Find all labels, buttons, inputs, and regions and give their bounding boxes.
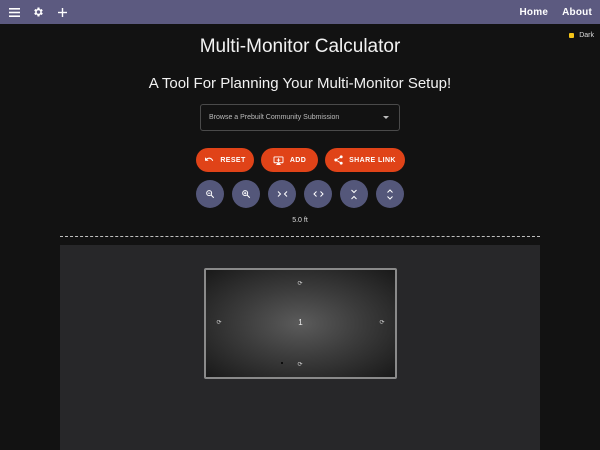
page-title: Multi-Monitor Calculator	[199, 36, 401, 57]
expand-horizontal-icon	[312, 191, 324, 197]
rotate-handle-right-icon[interactable]: ⟳	[378, 318, 386, 326]
add-monitor-icon	[273, 155, 284, 165]
page-subtitle: A Tool For Planning Your Multi-Monitor S…	[148, 75, 452, 92]
shrink-vertical-icon	[351, 189, 357, 199]
topbar-nav: Home About	[520, 7, 600, 18]
monitor-label: 1	[298, 318, 303, 327]
rotate-handle-left-icon[interactable]: ⟳	[215, 318, 223, 326]
add-monitor-button[interactable]: ADD	[261, 148, 318, 172]
share-label: SHARE LINK	[349, 156, 396, 164]
plus-icon[interactable]	[54, 4, 70, 20]
scale-label: 5.0 ft	[292, 217, 308, 224]
gear-icon[interactable]	[30, 4, 46, 20]
shrink-vertical-button[interactable]	[340, 180, 368, 208]
monitor-marker-dot	[281, 362, 283, 364]
action-button-row: RESET ADD SHARE LINK	[0, 148, 600, 172]
topbar-left-group	[0, 4, 70, 20]
monitor-1[interactable]: 1 ⟳ ⟳ ⟳ ⟳	[204, 268, 397, 379]
zoom-in-button[interactable]	[232, 180, 260, 208]
nav-home-link[interactable]: Home	[520, 7, 549, 18]
chevron-down-icon	[383, 116, 389, 119]
community-submission-select[interactable]: Browse a Prebuilt Community Submission	[200, 104, 400, 131]
view-controls-row	[0, 180, 600, 208]
reset-button[interactable]: RESET	[196, 148, 254, 172]
undo-icon	[205, 157, 214, 161]
menu-icon[interactable]	[6, 4, 22, 20]
rotate-handle-top-icon[interactable]: ⟳	[296, 279, 304, 287]
rotate-handle-bottom-icon[interactable]: ⟳	[296, 360, 304, 368]
add-label: ADD	[289, 156, 307, 164]
scale-divider	[60, 236, 540, 237]
zoom-out-button[interactable]	[196, 180, 224, 208]
top-app-bar: Home About	[0, 0, 600, 24]
shrink-horizontal-icon	[277, 191, 287, 197]
share-icon	[334, 155, 343, 165]
expand-horizontal-button[interactable]	[304, 180, 332, 208]
share-link-button[interactable]: SHARE LINK	[325, 148, 405, 172]
zoom-in-icon	[242, 190, 251, 199]
nav-about-link[interactable]: About	[562, 7, 592, 18]
expand-vertical-icon	[387, 188, 393, 200]
shrink-horizontal-button[interactable]	[268, 180, 296, 208]
zoom-out-icon	[206, 190, 215, 199]
expand-vertical-button[interactable]	[376, 180, 404, 208]
monitor-canvas[interactable]: 1 ⟳ ⟳ ⟳ ⟳	[60, 245, 540, 450]
reset-label: RESET	[220, 156, 246, 164]
community-select-placeholder: Browse a Prebuilt Community Submission	[209, 114, 340, 121]
